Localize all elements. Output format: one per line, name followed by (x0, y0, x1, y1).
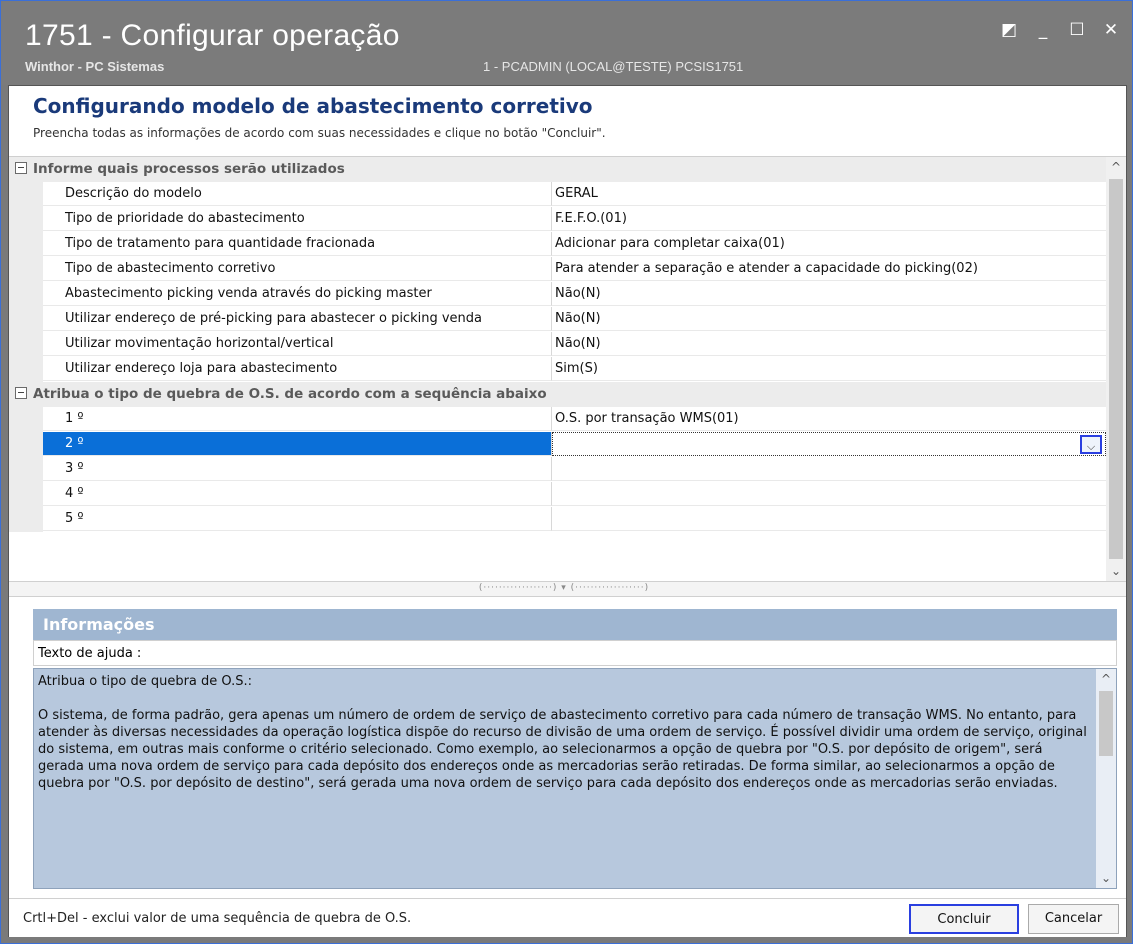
sequence-value-editor[interactable]: ⌵ (552, 432, 1106, 456)
sequence-row[interactable]: 3 º (9, 457, 1106, 482)
row-gutter (9, 232, 43, 257)
row-gutter (9, 507, 43, 532)
sequence-value[interactable] (552, 457, 1106, 481)
property-name: Utilizar endereço loja para abasteciment… (43, 357, 552, 381)
property-row[interactable]: Utilizar movimentação horizontal/vertica… (9, 332, 1106, 357)
row-gutter (9, 307, 43, 332)
property-name: Utilizar endereço de pré-picking para ab… (43, 307, 552, 331)
sequence-value[interactable] (552, 482, 1106, 506)
row-gutter (9, 282, 43, 307)
row-gutter (9, 457, 43, 482)
property-value[interactable]: F.E.F.O.(01) (552, 207, 1106, 231)
collapse-icon[interactable] (15, 387, 27, 399)
property-value[interactable]: Para atender a separação e atender a cap… (552, 257, 1106, 281)
property-name: Tipo de prioridade do abastecimento (43, 207, 552, 231)
footer-hint: Crtl+Del - exclui valor de uma sequência… (23, 911, 412, 926)
help-scrollbar[interactable]: ^ ⌄ (1096, 669, 1116, 888)
cancelar-button[interactable]: Cancelar (1028, 904, 1119, 934)
scroll-up-icon[interactable]: ^ (1106, 157, 1126, 177)
sequence-name: 2 º (43, 432, 552, 456)
info-panel: Informações Texto de ajuda : Atribua o t… (33, 609, 1117, 891)
user-info: 1 - PCADMIN (LOCAL@TESTE) PCSIS1751 (483, 59, 744, 74)
row-gutter (9, 482, 43, 507)
property-value[interactable]: GERAL (552, 182, 1106, 206)
footer-bar: Crtl+Del - exclui valor de uma sequência… (9, 898, 1126, 937)
row-gutter (9, 357, 43, 382)
property-row[interactable]: Abastecimento picking venda através do p… (9, 282, 1106, 307)
property-name: Descrição do modelo (43, 182, 552, 206)
section-header-quebra-os[interactable]: Atribua o tipo de quebra de O.S. de acor… (9, 382, 1106, 407)
property-value[interactable]: Adicionar para completar caixa(01) (552, 232, 1106, 256)
wizard-header: Configurando modelo de abastecimento cor… (9, 86, 1126, 157)
window-controls: ◩ _ ☐ ✕ (1000, 21, 1120, 39)
row-gutter (9, 432, 43, 457)
grid-scrollbar[interactable]: ^ ⌄ (1106, 157, 1126, 581)
property-name: Utilizar movimentação horizontal/vertica… (43, 332, 552, 356)
page-title: Configurando modelo de abastecimento cor… (33, 94, 593, 118)
section-label: Informe quais processos serão utilizados (33, 161, 345, 177)
property-name: Abastecimento picking venda através do p… (43, 282, 552, 306)
property-value[interactable]: Não(N) (552, 282, 1106, 306)
property-row[interactable]: Tipo de prioridade do abastecimento F.E.… (9, 207, 1106, 232)
property-row[interactable]: Utilizar endereço loja para abasteciment… (9, 357, 1106, 382)
app-window: 1751 - Configurar operação Winthor - PC … (0, 0, 1133, 944)
property-name: Tipo de abastecimento corretivo (43, 257, 552, 281)
sequence-value[interactable]: O.S. por transação WMS(01) (552, 407, 1106, 431)
property-row[interactable]: Descrição do modelo GERAL (9, 182, 1106, 207)
window-subtitle: Winthor - PC Sistemas (25, 59, 165, 74)
row-gutter (9, 207, 43, 232)
property-row[interactable]: Tipo de abastecimento corretivo Para ate… (9, 257, 1106, 282)
scroll-thumb[interactable] (1109, 179, 1123, 559)
property-row[interactable]: Tipo de tratamento para quantidade fraci… (9, 232, 1106, 257)
sequence-row[interactable]: 5 º (9, 507, 1106, 532)
scroll-down-icon[interactable]: ⌄ (1106, 561, 1126, 581)
sequence-row[interactable]: 4 º (9, 482, 1106, 507)
property-row[interactable]: Utilizar endereço de pré-picking para ab… (9, 307, 1106, 332)
info-title: Informações (33, 609, 1117, 640)
section-header-processos[interactable]: Informe quais processos serão utilizados (9, 157, 1106, 182)
help-label: Texto de ajuda : (33, 640, 1117, 666)
sequence-name: 3 º (43, 457, 552, 481)
sequence-name: 1 º (43, 407, 552, 431)
sequence-row[interactable]: 1 º O.S. por transação WMS(01) (9, 407, 1106, 432)
page-subtitle: Preencha todas as informações de acordo … (33, 126, 606, 140)
property-name: Tipo de tratamento para quantidade fraci… (43, 232, 552, 256)
scroll-up-icon[interactable]: ^ (1096, 669, 1116, 689)
restore-icon[interactable]: ◩ (1000, 21, 1018, 39)
property-value[interactable]: Não(N) (552, 307, 1106, 331)
help-textbox[interactable]: Atribua o tipo de quebra de O.S.: O sist… (33, 668, 1117, 889)
sequence-name: 5 º (43, 507, 552, 531)
row-gutter (9, 407, 43, 432)
property-value[interactable]: Sim(S) (552, 357, 1106, 381)
row-gutter (9, 182, 43, 207)
row-gutter (9, 257, 43, 282)
sequence-row-selected[interactable]: 2 º ⌵ (9, 432, 1106, 457)
title-bar[interactable]: 1751 - Configurar operação Winthor - PC … (1, 1, 1132, 85)
scroll-down-icon[interactable]: ⌄ (1096, 868, 1116, 888)
row-gutter (9, 332, 43, 357)
sequence-name: 4 º (43, 482, 552, 506)
splitter-grip-icon[interactable]: (··················) ▾ (················… (384, 584, 744, 593)
section-label: Atribua o tipo de quebra de O.S. de acor… (33, 386, 547, 402)
sequence-value[interactable] (552, 507, 1106, 531)
minimize-icon[interactable]: _ (1034, 21, 1052, 39)
client-area: Configurando modelo de abastecimento cor… (8, 85, 1127, 937)
window-title: 1751 - Configurar operação (25, 19, 400, 52)
scroll-thumb[interactable] (1099, 691, 1113, 756)
chevron-down-icon[interactable]: ⌵ (1080, 435, 1102, 454)
close-icon[interactable]: ✕ (1102, 21, 1120, 39)
collapse-icon[interactable] (15, 162, 27, 174)
concluir-button[interactable]: Concluir (909, 904, 1019, 934)
help-text: Atribua o tipo de quebra de O.S.: O sist… (38, 674, 1087, 791)
maximize-icon[interactable]: ☐ (1068, 21, 1086, 39)
property-value[interactable]: Não(N) (552, 332, 1106, 356)
panel-splitter[interactable]: (··················) ▾ (················… (9, 581, 1126, 597)
property-grid: Informe quais processos serão utilizados… (9, 157, 1126, 581)
